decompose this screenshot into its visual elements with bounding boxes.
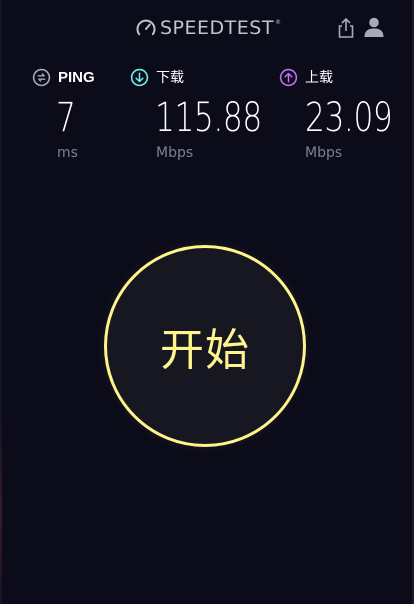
upload-value: 23.09 — [305, 95, 393, 141]
upload-label: 上载 — [305, 70, 333, 86]
upload-metric: 上载 23.09 Mbps — [279, 67, 393, 161]
download-value: 115.88 — [155, 95, 262, 141]
ping-unit: ms — [57, 145, 78, 161]
upload-arrow-icon — [279, 68, 298, 86]
ping-metric: PING 7 ms — [32, 67, 95, 161]
download-label: 下载 — [156, 70, 184, 86]
registered-mark: ® — [274, 18, 281, 26]
profile-button[interactable] — [363, 16, 385, 38]
share-icon — [338, 17, 354, 38]
user-icon — [364, 17, 384, 37]
ping-icon — [32, 68, 51, 86]
download-unit: Mbps — [156, 145, 194, 161]
ping-label: PING — [58, 68, 95, 86]
start-test-button[interactable]: 开始 — [104, 245, 306, 447]
download-arrow-icon — [130, 68, 149, 86]
speedtest-logo: SPEEDTEST ® — [135, 17, 281, 39]
gauge-icon — [136, 19, 156, 36]
header: SPEEDTEST ® — [0, 14, 414, 46]
window-left-edge — [0, 0, 2, 604]
logo-text: SPEEDTEST — [160, 17, 274, 39]
ping-value: 7 — [56, 95, 76, 141]
share-button[interactable] — [336, 16, 356, 40]
upload-unit: Mbps — [305, 145, 343, 161]
start-test-label: 开始 — [160, 325, 250, 376]
download-metric: 下载 115.88 Mbps — [130, 67, 262, 161]
